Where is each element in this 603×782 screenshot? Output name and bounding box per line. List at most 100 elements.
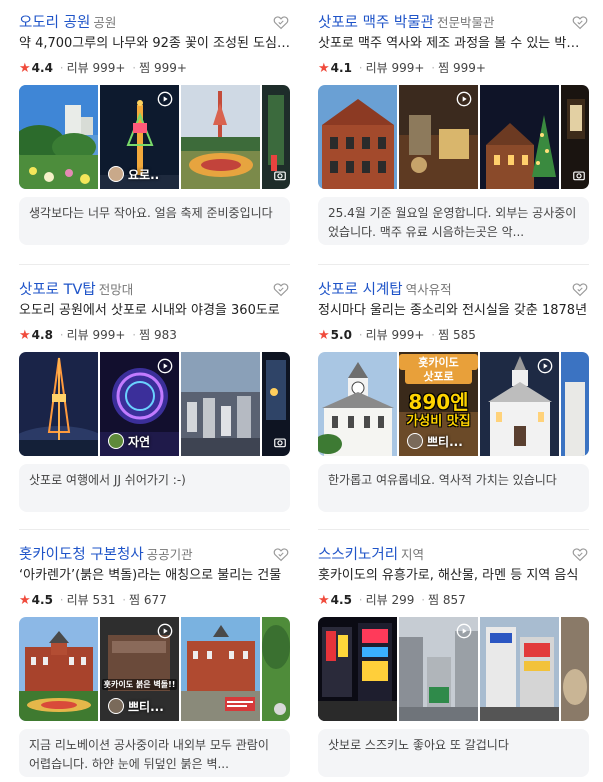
heart-icon[interactable] [272,280,290,298]
photo[interactable] [19,85,98,189]
photo-strip[interactable]: 홋카이도 삿포로 890엔 가성비 맛집 쁘티... [318,352,589,456]
review-count: 리뷰 999+ [365,61,425,75]
review-snippet[interactable]: 생각보다는 너무 작아요. 얼음 축제 준비중입니다 [19,197,290,245]
photo-strip[interactable] [318,617,589,721]
review-snippet[interactable]: 지금 리노베이션 공사중이라 내외부 모두 관람이 어렵습니다. 하얀 눈에 뒤… [19,729,290,777]
star-icon: ★ [318,61,330,76]
play-icon[interactable] [157,358,173,374]
photo-strip[interactable]: 홋카이도 붉은 벽돌!! 쁘티... [19,617,290,721]
photo[interactable] [561,352,589,456]
heart-icon[interactable] [571,280,589,298]
star-icon: ★ [318,328,330,343]
play-icon[interactable] [157,623,173,639]
photo[interactable] [19,617,98,721]
photo-author[interactable]: 자연 [108,432,150,450]
heart-icon[interactable] [571,13,589,31]
review-snippet[interactable]: 25.4월 기준 월요일 운영합니다. 외부는 공사중이었습니다. 맥주 유료 … [318,197,589,245]
place-title[interactable]: 스스키노거리 [318,547,398,563]
divider [318,264,589,265]
photo-overlay-sub: 가성비 맛집 [406,414,471,429]
play-icon[interactable] [157,91,173,107]
avatar [407,433,423,449]
photo[interactable] [318,352,397,456]
place-title[interactable]: 삿포로 시계탑 [318,282,403,298]
place-meta: ★4.5 · 리뷰 531 · 찜 677 [19,590,290,610]
photo-strip[interactable]: 요로.. [19,85,290,189]
save-count: 찜 677 [129,593,167,607]
rating-value: 4.8 [31,328,53,342]
photo[interactable] [561,617,589,721]
photo[interactable] [399,85,478,189]
meta-separator: · [59,593,64,607]
rating-value: 4.1 [330,61,352,75]
review-snippet[interactable]: 삿보로 스즈키노 좋아요 또 갈겁니다 [318,729,589,777]
heart-icon[interactable] [571,545,589,563]
meta-separator: · [358,593,363,607]
photo[interactable]: 홋카이도 삿포로 890엔 가성비 맛집 쁘티... [399,352,478,456]
photo-author[interactable]: 쁘티... [108,697,164,715]
place-title[interactable]: 오도리 공원 [19,15,90,31]
photo[interactable] [181,352,260,456]
rating-value: 4.4 [31,61,53,75]
card-title-row: 오도리 공원 공원 [19,11,290,33]
place-description: 홋카이도의 유흥가로, 해산물, 라멘 등 지역 음식 [318,568,579,583]
review-snippet[interactable]: 삿포로 여행에서 JJ 쉬어가기 :-) [19,464,290,512]
photo[interactable] [318,85,397,189]
rating-value: 4.5 [31,593,53,607]
photo[interactable] [480,352,559,456]
rating-value: 5.0 [330,328,352,342]
photo[interactable] [399,617,478,721]
review-count: 리뷰 999+ [66,61,126,75]
photo[interactable] [318,617,397,721]
camera-icon [274,171,286,181]
review-count: 리뷰 531 [66,593,116,607]
photo[interactable]: 홋카이도 붉은 벽돌!! 쁘티... [100,617,179,721]
meta-separator: · [358,61,363,75]
play-icon[interactable] [456,623,472,639]
play-icon[interactable] [456,91,472,107]
place-card[interactable]: 스스키노거리 지역 홋카이도의 유흥가로, 해산물, 라멘 등 지역 음식 ★4.… [318,543,589,777]
place-card[interactable]: 홋카이도청 구본청사 공공기관 ‘아카렌가’(붉은 벽돌)라는 애칭으로 불리는 … [19,543,290,777]
heart-icon[interactable] [272,13,290,31]
place-card[interactable]: 삿포로 시계탑 역사유적 정시마다 울리는 종소리와 전시실을 갖춘 1878년 … [318,278,589,512]
place-meta: ★4.8 · 리뷰 999+ · 찜 983 [19,325,290,345]
meta-separator: · [421,593,426,607]
photo-strip[interactable]: 자연 [19,352,290,456]
photo-strip[interactable] [318,85,589,189]
photo[interactable] [262,352,290,456]
play-icon[interactable] [537,358,553,374]
place-meta: ★4.5 · 리뷰 299 · 찜 857 [318,590,589,610]
photo-author[interactable]: 요로.. [108,165,159,183]
photo[interactable] [181,617,260,721]
place-card[interactable]: 오도리 공원 공원 약 4,700그루의 나무와 92종 꽃이 조성된 도심 공원… [19,11,290,245]
photo[interactable] [480,85,559,189]
meta-separator: · [132,328,137,342]
card-title-row: 삿포로 TV탑 전망대 [19,278,290,300]
photo[interactable] [262,617,290,721]
place-title[interactable]: 홋카이도청 구본청사 [19,547,144,563]
place-title[interactable]: 삿포로 TV탑 [19,282,96,298]
photo[interactable]: 요로.. [100,85,179,189]
photo-author[interactable]: 쁘티... [407,432,463,450]
photo[interactable] [19,352,98,456]
place-title[interactable]: 삿포로 맥주 박물관 [318,15,434,31]
star-icon: ★ [19,593,31,608]
place-description: 삿포로 맥주 역사와 제조 과정을 볼 수 있는 박물관 [318,36,589,51]
place-card[interactable]: 삿포로 맥주 박물관 전문박물관 삿포로 맥주 역사와 제조 과정을 볼 수 있는… [318,11,589,245]
place-description: 정시마다 울리는 종소리와 전시실을 갖춘 1878년 [318,303,588,318]
photo[interactable]: 자연 [100,352,179,456]
heart-icon[interactable] [272,545,290,563]
review-snippet[interactable]: 한가롭고 여유롭네요. 역사적 가치는 있습니다 [318,464,589,512]
place-grid: 오도리 공원 공원 약 4,700그루의 나무와 92종 꽃이 조성된 도심 공원… [0,0,603,782]
photo[interactable] [561,85,589,189]
photo[interactable] [262,85,290,189]
camera-icon [274,438,286,448]
meta-separator: · [431,61,436,75]
meta-separator: · [59,61,64,75]
review-count: 리뷰 999+ [365,328,425,342]
photo[interactable] [181,85,260,189]
place-card[interactable]: 삿포로 TV탑 전망대 오도리 공원에서 삿포로 시내와 야경을 360도로 ★4… [19,278,290,512]
photo[interactable] [480,617,559,721]
place-category: 전문박물관 [436,15,495,30]
place-meta: ★4.1 · 리뷰 999+ · 찜 999+ [318,58,589,78]
